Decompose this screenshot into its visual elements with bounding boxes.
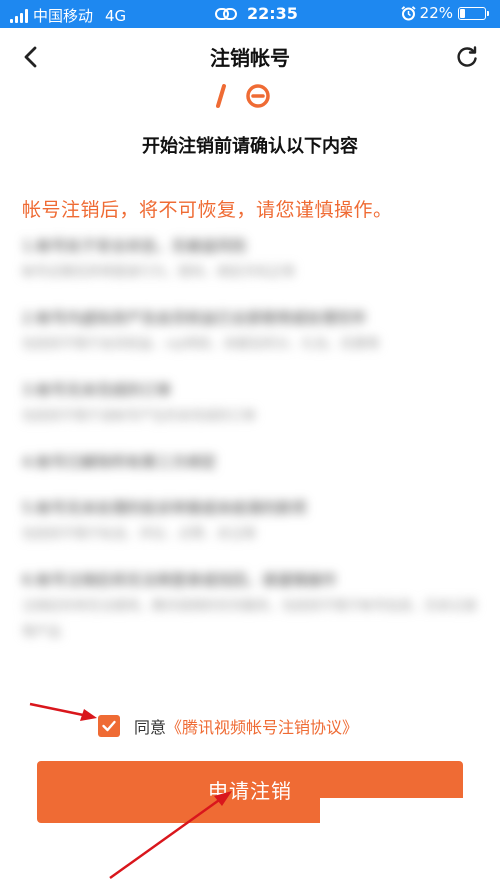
network-type: 4G: [105, 6, 127, 25]
term-item: 2.帐号内虚拟资产及会员权益已全部使用或处理完毕 包括但不限于会员权益、vip特…: [22, 304, 482, 358]
nav-bar: 注销帐号: [0, 28, 500, 86]
confirm-subtitle: 开始注销前请确认以下内容: [142, 136, 358, 157]
battery-fill: [460, 8, 465, 18]
status-bar: 中国移动 4G 22:35 22%: [0, 0, 500, 28]
term-desc: 包括但不限于私信、评论、点赞、关注等: [22, 527, 257, 542]
term-title: 3.帐号无未完成的订单: [22, 381, 172, 399]
term-item: 6.帐号注销后将无法再登录或找回，请谨慎操作 注销后你将无法使用，腾讯视频的任何…: [22, 566, 482, 646]
warning-text: 帐号注销后，将不可恢复，请您谨慎操作。: [22, 199, 393, 221]
agreement-link[interactable]: 《腾讯视频帐号注销协议》: [166, 714, 358, 738]
link-icon: [215, 7, 237, 20]
screenshot-crop-patch: [320, 798, 466, 828]
term-item: 3.帐号无未完成的订单 包括但不限于该帐号产生的未完成的订单: [22, 376, 482, 430]
term-desc: 包括但不限于会员权益、vip特权、余额及积分、礼包、优惠等: [22, 337, 380, 352]
arrow-head-checkbox: [80, 709, 97, 721]
status-left: 中国移动 4G: [10, 5, 126, 26]
signal-icon: [10, 8, 28, 23]
terms-list: 1.帐号处于安全状态，无被盗风险 帐号近期无异常登录行为，密码、绑定手机正常 2…: [22, 232, 482, 664]
carrier-name: 中国移动: [33, 7, 94, 25]
agreement-row: 同意 《腾讯视频帐号注销协议》: [98, 714, 358, 738]
term-item: 5.帐号无未处理的投诉举报或未结清的款项 包括但不限于私信、评论、点赞、关注等: [22, 494, 482, 548]
checkmark-icon: [102, 720, 116, 732]
term-item: 1.帐号处于安全状态，无被盗风险 帐号近期无异常登录行为，密码、绑定手机正常: [22, 232, 482, 286]
status-time: 22:35: [247, 4, 298, 23]
battery-icon: [458, 6, 489, 20]
arrow-line-checkbox: [29, 702, 89, 718]
term-title: 4.帐号已解除所有第三方绑定: [22, 453, 217, 471]
page-title: 注销帐号: [210, 46, 290, 70]
agree-checkbox[interactable]: [98, 715, 120, 737]
status-center: 22:35: [215, 4, 298, 23]
term-desc: 帐号近期无异常登录行为，密码、绑定手机正常: [22, 265, 296, 280]
agree-label: 同意: [134, 718, 167, 737]
battery-percent: 22%: [419, 4, 453, 22]
term-desc: 注销后你将无法使用，腾讯视频的任何服务，包括但不限于帐号信息、历史记录等产品: [22, 599, 478, 640]
warning-graphic-icon: [216, 84, 270, 108]
refresh-icon[interactable]: [452, 42, 482, 72]
term-title: 1.帐号处于安全状态，无被盗风险: [22, 237, 247, 255]
term-title: 6.帐号注销后将无法再登录或找回，请谨慎操作: [22, 571, 337, 589]
status-right: 22%: [401, 4, 489, 22]
term-title: 2.帐号内虚拟资产及会员权益已全部使用或处理完毕: [22, 309, 367, 327]
term-item: 4.帐号已解除所有第三方绑定: [22, 448, 482, 476]
term-title: 5.帐号无未处理的投诉举报或未结清的款项: [22, 499, 307, 517]
term-desc: 包括但不限于该帐号产生的未完成的订单: [22, 409, 257, 424]
alarm-icon: [401, 5, 416, 20]
